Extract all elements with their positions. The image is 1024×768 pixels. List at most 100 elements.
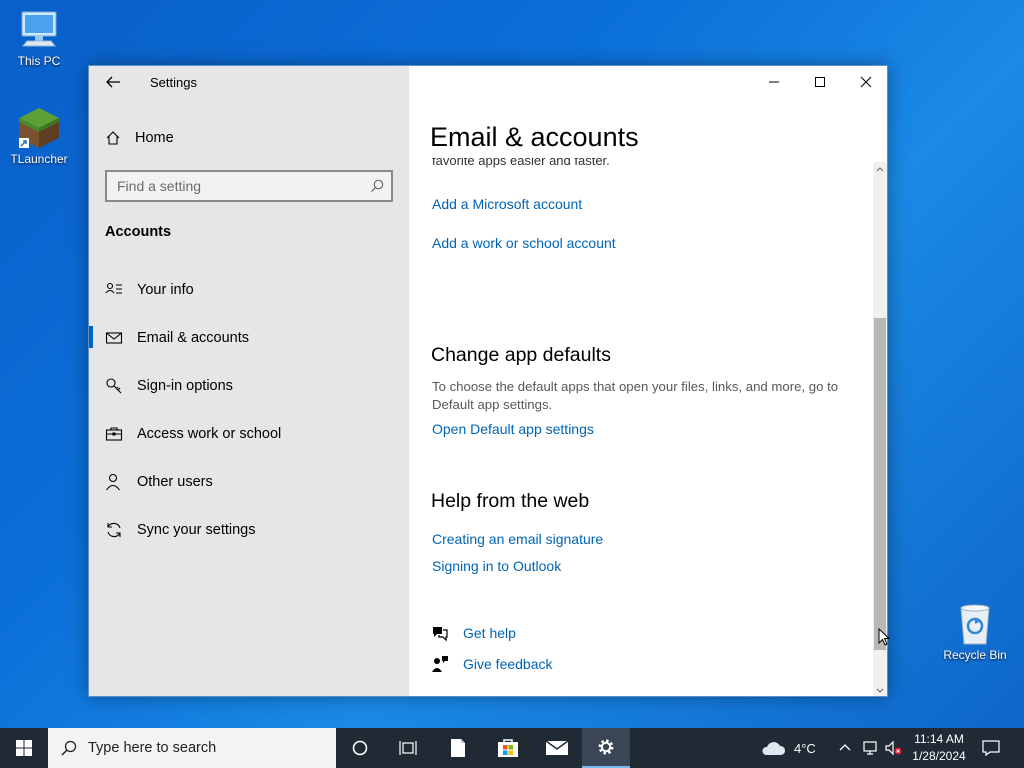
sidebar-item-label: Email & accounts <box>137 330 250 346</box>
cloud-icon <box>762 742 786 755</box>
cortana-circle-icon <box>352 740 368 756</box>
settings-window: Settings Home Accounts Your info <box>88 65 888 697</box>
find-setting-search[interactable] <box>105 170 393 202</box>
back-arrow-icon <box>106 76 120 88</box>
document-icon <box>451 739 465 757</box>
recycle-bin-icon <box>953 602 997 646</box>
taskbar-settings-button[interactable] <box>582 728 630 768</box>
taskbar: Type here to search 4°C 11:14 AM 1/28/20… <box>0 728 1024 768</box>
chat-help-icon <box>433 627 448 642</box>
maximize-button[interactable] <box>797 66 843 98</box>
taskbar-mail-button[interactable] <box>533 728 581 768</box>
sync-icon <box>107 522 121 538</box>
sidebar-item-access-work-school[interactable]: Access work or school <box>89 410 409 458</box>
store-bag-icon <box>498 739 518 757</box>
notification-icon <box>982 740 1000 757</box>
clipped-description: favorite apps easier and faster. <box>432 158 610 168</box>
chevron-up-icon[interactable] <box>875 164 885 174</box>
add-work-school-account-link[interactable]: Add a work or school account <box>432 235 616 251</box>
search-icon <box>61 740 77 756</box>
start-button[interactable] <box>0 728 48 768</box>
gear-icon <box>598 739 614 755</box>
home-nav-item[interactable]: Home <box>105 130 174 146</box>
home-icon <box>106 131 120 145</box>
sidebar-item-label: Access work or school <box>137 426 282 442</box>
sidebar-item-label: Sign-in options <box>137 378 233 394</box>
clock-date: 1/28/2024 <box>912 749 966 763</box>
volume-button[interactable] <box>884 728 902 768</box>
change-app-defaults-heading: Change app defaults <box>431 344 611 366</box>
chevron-down-icon[interactable] <box>875 686 885 696</box>
taskbar-store-button[interactable] <box>484 728 532 768</box>
back-button[interactable] <box>103 72 123 92</box>
minimize-icon <box>769 81 779 83</box>
search-icon <box>371 179 384 192</box>
give-feedback-row[interactable]: Give feedback <box>431 655 553 673</box>
network-button[interactable] <box>862 728 880 768</box>
person-card-icon <box>105 282 122 294</box>
scrollbar-thumb[interactable] <box>874 318 886 650</box>
get-help-link[interactable]: Get help <box>463 625 516 641</box>
taskbar-search-placeholder: Type here to search <box>88 740 217 756</box>
app-title: Settings <box>150 75 197 90</box>
add-microsoft-account-link[interactable]: Add a Microsoft account <box>432 196 582 212</box>
content-scrollbar[interactable] <box>873 162 887 696</box>
sidebar-item-sync-settings[interactable]: Sync your settings <box>89 506 409 554</box>
section-label-accounts: Accounts <box>105 224 172 240</box>
briefcase-icon <box>105 427 123 441</box>
desktop-icon-label: This PC <box>17 54 61 68</box>
content-pane: Email & accounts favorite apps easier an… <box>409 66 887 696</box>
close-button[interactable] <box>843 66 887 98</box>
creating-email-signature-link[interactable]: Creating an email signature <box>432 531 603 547</box>
person-add-icon <box>106 473 120 491</box>
sidebar-item-sign-in-options[interactable]: Sign-in options <box>89 362 409 410</box>
find-setting-input[interactable] <box>107 172 357 200</box>
get-help-row[interactable]: Get help <box>431 624 516 642</box>
action-center-button[interactable] <box>982 728 1000 768</box>
grass-block-icon <box>17 106 61 150</box>
desktop-icon-label: Recycle Bin <box>943 648 1007 662</box>
weather-widget[interactable]: 4°C <box>760 728 816 768</box>
desktop-icon-label: TLauncher <box>10 152 68 166</box>
mouse-cursor-icon <box>878 628 890 646</box>
help-from-web-heading: Help from the web <box>431 490 590 512</box>
maximize-icon <box>815 77 825 87</box>
taskbar-search-box[interactable]: Type here to search <box>48 728 336 768</box>
mail-icon <box>105 332 123 344</box>
desktop-icon-this-pc[interactable]: This PC <box>1 8 77 68</box>
signing-in-outlook-link[interactable]: Signing in to Outlook <box>432 558 561 574</box>
chevron-up-icon <box>839 744 851 751</box>
weather-temperature: 4°C <box>794 740 816 756</box>
sidebar-item-other-users[interactable]: Other users <box>89 458 409 506</box>
change-app-defaults-description: To choose the default apps that open you… <box>432 379 839 412</box>
sidebar-nav: Your info Email & accounts Sign-in optio… <box>89 266 409 554</box>
open-default-app-settings-link[interactable]: Open Default app settings <box>432 421 594 437</box>
give-feedback-link[interactable]: Give feedback <box>463 656 553 672</box>
task-view-icon <box>399 741 417 755</box>
windows-logo-icon <box>16 740 32 756</box>
sidebar-item-label: Other users <box>137 474 213 490</box>
cortana-button[interactable] <box>336 728 384 768</box>
volume-muted-icon <box>885 740 902 756</box>
key-icon <box>106 378 122 394</box>
network-icon <box>863 741 877 755</box>
clock-time: 11:14 AM <box>914 732 964 746</box>
sidebar-item-email-accounts[interactable]: Email & accounts <box>89 314 409 362</box>
computer-icon <box>17 8 61 52</box>
sidebar-item-label: Sync your settings <box>137 522 256 538</box>
home-label: Home <box>135 130 174 146</box>
page-title: Email & accounts <box>430 122 639 152</box>
task-view-button[interactable] <box>384 728 432 768</box>
desktop-icon-recycle-bin[interactable]: Recycle Bin <box>937 602 1013 662</box>
feedback-person-icon <box>432 656 448 672</box>
sidebar-item-your-info[interactable]: Your info <box>89 266 409 314</box>
sidebar-item-label: Your info <box>137 282 194 298</box>
show-hidden-icons-button[interactable] <box>838 728 852 768</box>
taskbar-notepad-button[interactable] <box>434 728 482 768</box>
taskbar-clock[interactable]: 11:14 AM 1/28/2024 <box>905 731 973 765</box>
desktop-icon-tlauncher[interactable]: TLauncher <box>1 106 77 166</box>
mail-icon <box>545 740 569 755</box>
close-icon <box>860 76 872 88</box>
minimize-button[interactable] <box>751 66 797 98</box>
sidebar: Settings Home Accounts Your info <box>89 66 409 696</box>
